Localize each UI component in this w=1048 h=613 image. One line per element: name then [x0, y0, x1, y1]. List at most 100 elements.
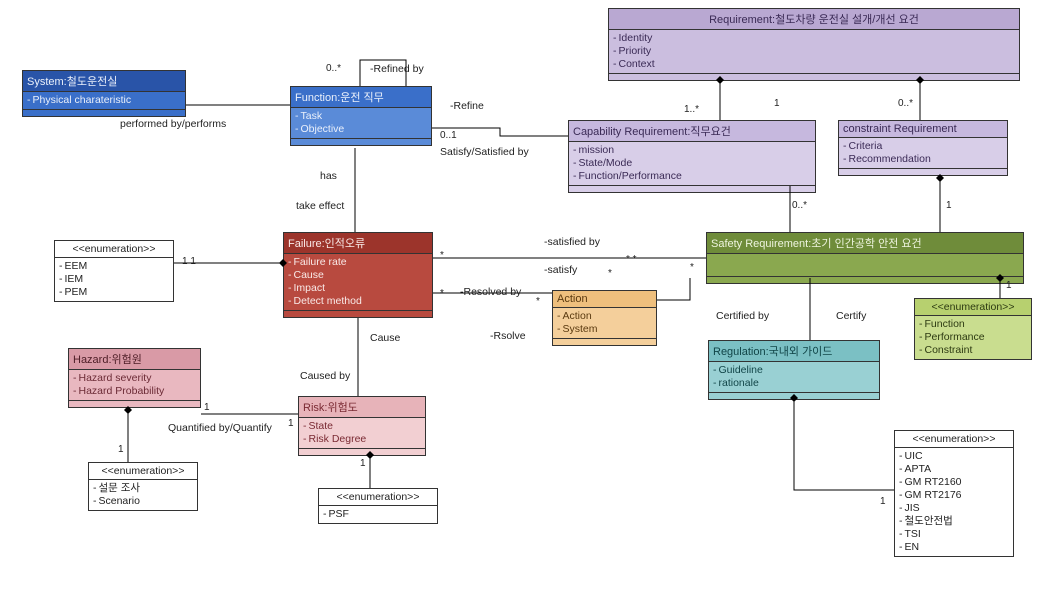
class-enum-psf: <<enumeration>> PSF: [318, 488, 438, 524]
class-system-title: System:철도운전실: [23, 71, 185, 92]
class-requirement-title: Requirement:철도차량 운전실 설개/개선 요건: [609, 9, 1019, 30]
class-function: Function:운전 직무 Task Objective: [290, 86, 432, 146]
class-failure-title: Failure:인적오류: [284, 233, 432, 254]
attr: Hazard severity: [73, 372, 196, 385]
lbl-cert: Certify: [836, 310, 866, 322]
attr: Scenario: [93, 495, 193, 508]
attr: PEM: [59, 286, 169, 299]
class-constraint: constraint Requirement Criteria Recommen…: [838, 120, 1008, 176]
lbl-sat: -satisfy: [544, 264, 577, 276]
attr: IEM: [59, 273, 169, 286]
class-enum-hazard: <<enumeration>> 설문 조사 Scenario: [88, 462, 198, 511]
attr: Risk Degree: [303, 433, 421, 446]
class-risk-title: Risk:위험도: [299, 397, 425, 418]
mult: 1: [360, 458, 366, 469]
attr: Impact: [288, 282, 428, 295]
class-capability-title: Capability Requirement:직무요건: [569, 121, 815, 142]
attr: Criteria: [843, 140, 1003, 153]
lbl-satby: -satisfied by: [544, 236, 600, 248]
attr: TSI: [899, 528, 1009, 541]
stereotype: <<enumeration>>: [319, 489, 437, 506]
class-hazard: Hazard:위험원 Hazard severity Hazard Probab…: [68, 348, 201, 408]
stereotype: <<enumeration>>: [895, 431, 1013, 448]
class-action: Action Action System: [552, 290, 657, 346]
attr: Task: [295, 110, 427, 123]
attr: Guideline: [713, 364, 875, 377]
class-constraint-title: constraint Requirement: [839, 121, 1007, 138]
class-risk: Risk:위험도 State Risk Degree: [298, 396, 426, 456]
attr: Recommendation: [843, 153, 1003, 166]
mult: 1: [880, 496, 886, 507]
diagram-canvas: System:철도운전실 Physical charateristic Func…: [0, 0, 1048, 613]
class-hazard-title: Hazard:위험원: [69, 349, 200, 370]
class-safety-title: Safety Requirement:초기 인간공학 안전 요건: [707, 233, 1023, 254]
lbl-performed: performed by/performs: [120, 118, 226, 130]
attr: APTA: [899, 463, 1009, 476]
mult: 1: [204, 402, 210, 413]
attr: 설문 조사: [93, 482, 193, 495]
attr: Priority: [613, 45, 1015, 58]
mult: *: [440, 250, 444, 261]
attr: System: [557, 323, 652, 336]
class-safety: Safety Requirement:초기 인간공학 안전 요건: [706, 232, 1024, 284]
mult: 0..1: [440, 130, 457, 141]
mult: 0..*: [792, 200, 807, 211]
attr: GM RT2160: [899, 476, 1009, 489]
attr: Identity: [613, 32, 1015, 45]
attr: Hazard Probability: [73, 385, 196, 398]
class-action-title: Action: [553, 291, 656, 308]
attr: EN: [899, 541, 1009, 554]
attr: State: [303, 420, 421, 433]
attr: JIS: [899, 502, 1009, 515]
mult: 0..*: [898, 98, 913, 109]
attr: GM RT2176: [899, 489, 1009, 502]
lbl-has: has: [320, 170, 337, 182]
attr: mission: [573, 144, 811, 157]
mult: 1: [118, 444, 124, 455]
lbl-caused: Caused by: [300, 370, 350, 382]
attr: Function/Performance: [573, 170, 811, 183]
lbl-resolve: -Rsolve: [490, 330, 526, 342]
attr: PSF: [323, 508, 433, 521]
attr: Action: [557, 310, 652, 323]
lbl-quantify: Quantified by/Quantify: [168, 422, 272, 434]
attr: Objective: [295, 123, 427, 136]
mult: 1..*: [684, 104, 699, 115]
stereotype: <<enumeration>>: [55, 241, 173, 258]
class-enum-std: <<enumeration>> UIC APTA GM RT2160 GM RT…: [894, 430, 1014, 557]
attr: rationale: [713, 377, 875, 390]
class-system: System:철도운전실 Physical charateristic: [22, 70, 186, 117]
attr: Context: [613, 58, 1015, 71]
mult: 0..*: [326, 63, 341, 74]
attr: Performance: [919, 331, 1027, 344]
class-enum-fpc: <<enumeration>> Function Performance Con…: [914, 298, 1032, 360]
lbl-certby: Certified by: [716, 310, 769, 322]
lbl-take: take effect: [296, 200, 344, 212]
attr: Failure rate: [288, 256, 428, 269]
attr: Constraint: [919, 344, 1027, 357]
stereotype: <<enumeration>>: [89, 463, 197, 480]
stereotype: <<enumeration>>: [915, 299, 1031, 316]
lbl-resolved: -Resolved by: [460, 286, 521, 298]
class-regulation: Regulation:국내외 가이드 Guideline rationale: [708, 340, 880, 400]
class-enum-eem: <<enumeration>> EEM IEM PEM: [54, 240, 174, 302]
lbl-refine: -Refine: [450, 100, 484, 112]
lbl-satisfied: Satisfy/Satisfied by: [440, 146, 529, 158]
mult: 1: [774, 98, 780, 109]
attr: EEM: [59, 260, 169, 273]
attr: State/Mode: [573, 157, 811, 170]
class-requirement: Requirement:철도차량 운전실 설개/개선 요건 Identity P…: [608, 8, 1020, 81]
mult: 1 1: [182, 256, 196, 267]
class-failure: Failure:인적오류 Failure rate Cause Impact D…: [283, 232, 433, 318]
mult: *: [440, 288, 444, 299]
mult: *: [690, 262, 694, 273]
attr: Function: [919, 318, 1027, 331]
mult: *: [536, 296, 540, 307]
mult: *: [608, 268, 612, 279]
mult: * *: [626, 254, 637, 265]
attr: UIC: [899, 450, 1009, 463]
mult: 1: [288, 418, 294, 429]
attr: 철도안전법: [899, 515, 1009, 528]
lbl-cause: Cause: [370, 332, 400, 344]
class-regulation-title: Regulation:국내외 가이드: [709, 341, 879, 362]
